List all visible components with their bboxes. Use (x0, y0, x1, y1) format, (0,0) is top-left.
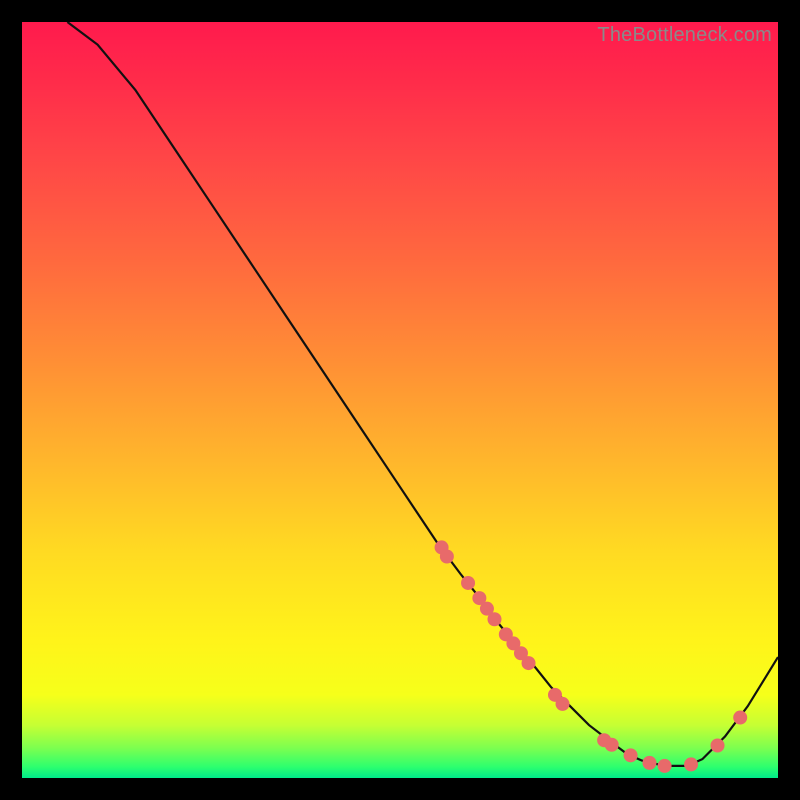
data-marker (440, 549, 454, 563)
data-marker (684, 757, 698, 771)
data-marker (461, 576, 475, 590)
chart-overlay (22, 22, 778, 778)
bottleneck-curve (67, 22, 778, 766)
data-marker (658, 759, 672, 773)
data-marker (522, 656, 536, 670)
plot-area: TheBottleneck.com (22, 22, 778, 778)
chart-frame: TheBottleneck.com (0, 0, 800, 800)
data-marker (642, 756, 656, 770)
data-marker (624, 748, 638, 762)
data-marker (605, 738, 619, 752)
watermark-text: TheBottleneck.com (597, 24, 772, 47)
data-markers (435, 540, 748, 772)
data-marker (711, 738, 725, 752)
data-marker (733, 711, 747, 725)
data-marker (556, 697, 570, 711)
data-marker (488, 612, 502, 626)
